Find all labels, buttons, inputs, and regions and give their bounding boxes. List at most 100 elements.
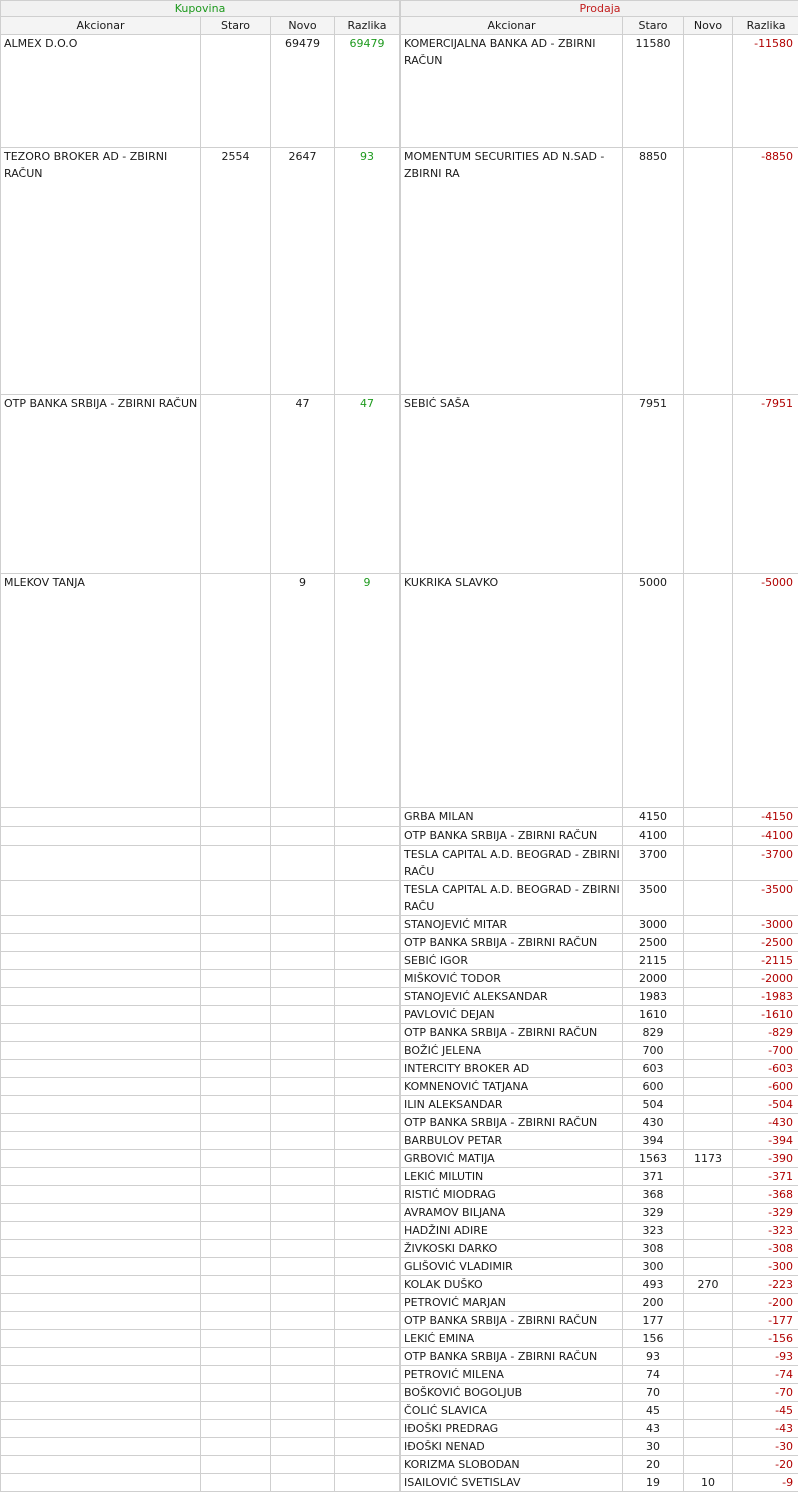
sell-row[interactable]: TESLA CAPITAL A.D. BEOGRAD - ZBIRNI RAČU… <box>400 879 798 916</box>
sell-row[interactable]: OTP BANKA SRBIJA - ZBIRNI RAČUN 430 -430 <box>400 1112 798 1132</box>
sell-shareholder-name: ČOLIĆ SLAVICA <box>400 1400 624 1420</box>
sell-row[interactable]: IĐOŠKI NENAD 30 -30 <box>400 1436 798 1456</box>
sell-row[interactable]: OTP BANKA SRBIJA - ZBIRNI RAČUN 829 -829 <box>400 1022 798 1042</box>
empty-cell <box>333 1364 401 1384</box>
sell-shareholder-name: PETROVIĆ MARJAN <box>400 1292 624 1312</box>
sell-row[interactable]: BARBULOV PETAR 394 -394 <box>400 1130 798 1150</box>
sell-row[interactable]: STANOJEVIĆ ALEKSANDAR 1983 -1983 <box>400 986 798 1006</box>
sell-row[interactable]: TESLA CAPITAL A.D. BEOGRAD - ZBIRNI RAČU… <box>400 844 798 881</box>
sell-row[interactable]: ISAILOVIĆ SVETISLAV 19 10 -9 <box>400 1472 798 1492</box>
empty-cell <box>333 1310 401 1330</box>
sell-difference: -329 <box>732 1202 798 1222</box>
sell-difference: -371 <box>732 1166 798 1186</box>
buy-empty-row <box>0 1094 401 1114</box>
sell-row[interactable]: KUKRIKA SLAVKO 5000 -5000 <box>400 573 798 808</box>
sell-row[interactable]: KOLAK DUŠKO 493 270 -223 <box>400 1274 798 1294</box>
sell-row[interactable]: PETROVIĆ MARJAN 200 -200 <box>400 1292 798 1312</box>
sell-title: Prodaja <box>400 0 798 17</box>
buy-new-value: 69479 <box>270 33 335 149</box>
empty-cell <box>270 1274 335 1294</box>
sell-header-name[interactable]: Akcionar <box>400 16 624 35</box>
sell-row[interactable]: GLIŠOVIĆ VLADIMIR 300 -300 <box>400 1256 798 1276</box>
sell-row[interactable]: KORIZMA SLOBODAN 20 -20 <box>400 1454 798 1474</box>
empty-cell <box>200 1076 271 1096</box>
sell-row[interactable]: MOMENTUM SECURITIES AD N.SAD - ZBIRNI RA… <box>400 147 798 395</box>
empty-cell <box>0 1076 201 1096</box>
sell-row[interactable]: KOMERCIJALNA BANKA AD - ZBIRNI RAČUN 1158… <box>400 33 798 149</box>
empty-cell <box>333 1076 401 1096</box>
sell-row[interactable]: LEKIĆ EMINA 156 -156 <box>400 1328 798 1348</box>
buy-header-name[interactable]: Akcionar <box>0 16 201 35</box>
sell-row[interactable]: ŽIVKOSKI DARKO 308 -308 <box>400 1238 798 1258</box>
empty-cell <box>270 1040 335 1060</box>
sell-old-value: 603 <box>622 1058 685 1078</box>
empty-cell <box>0 806 201 827</box>
sell-new-value <box>683 1292 734 1312</box>
sell-row[interactable]: GRBOVIĆ MATIJA 1563 1173 -390 <box>400 1148 798 1168</box>
sell-row[interactable]: SEBIĆ SAŠA 7951 -7951 <box>400 393 798 575</box>
sell-old-value: 3500 <box>622 879 685 916</box>
sell-old-value: 300 <box>622 1256 685 1276</box>
sell-row[interactable]: AVRAMOV BILJANA 329 -329 <box>400 1202 798 1222</box>
sell-row[interactable]: INTERCITY BROKER AD 603 -603 <box>400 1058 798 1078</box>
sell-new-value <box>683 1238 734 1258</box>
sell-row[interactable]: PAVLOVIĆ DEJAN 1610 -1610 <box>400 1004 798 1024</box>
sell-row[interactable]: GRBA MILAN 4150 -4150 <box>400 806 798 827</box>
buy-header-diff[interactable]: Razlika <box>333 16 401 35</box>
empty-cell <box>0 1436 201 1456</box>
sell-row[interactable]: BOŠKOVIĆ BOGOLJUB 70 -70 <box>400 1382 798 1402</box>
sell-row[interactable]: MIŠKOVIĆ TODOR 2000 -2000 <box>400 968 798 988</box>
empty-cell <box>270 1166 335 1186</box>
empty-cell <box>200 1346 271 1366</box>
sell-row[interactable]: OTP BANKA SRBIJA - ZBIRNI RAČUN 177 -177 <box>400 1310 798 1330</box>
sell-row[interactable]: IĐOŠKI PREDRAG 43 -43 <box>400 1418 798 1438</box>
sell-row[interactable]: OTP BANKA SRBIJA - ZBIRNI RAČUN 4100 -4100 <box>400 825 798 846</box>
empty-cell <box>270 1238 335 1258</box>
sell-row[interactable]: OTP BANKA SRBIJA - ZBIRNI RAČUN 93 -93 <box>400 1346 798 1366</box>
sell-difference: -308 <box>732 1238 798 1258</box>
sell-row[interactable]: ILIN ALEKSANDAR 504 -504 <box>400 1094 798 1114</box>
buy-row[interactable]: ALMEX D.O.O 69479 69479 <box>0 33 401 149</box>
sell-new-value <box>683 1400 734 1420</box>
sell-old-value: 308 <box>622 1238 685 1258</box>
buy-header-new[interactable]: Novo <box>270 16 335 35</box>
empty-cell <box>270 1454 335 1474</box>
buy-empty-row <box>0 1454 401 1474</box>
sell-row[interactable]: KOMNENOVIĆ TATJANA 600 -600 <box>400 1076 798 1096</box>
sell-header-diff[interactable]: Razlika <box>732 16 798 35</box>
sell-row[interactable]: HADŽINI ADIRE 323 -323 <box>400 1220 798 1240</box>
sell-header-old[interactable]: Staro <box>622 16 685 35</box>
empty-cell <box>0 1346 201 1366</box>
buy-row[interactable]: MLEKOV TANJA 9 9 <box>0 573 401 808</box>
buy-empty-row <box>0 825 401 846</box>
empty-cell <box>200 1310 271 1330</box>
empty-cell <box>200 1400 271 1420</box>
sell-row[interactable]: RISTIĆ MIODRAG 368 -368 <box>400 1184 798 1204</box>
sell-shareholder-name: ILIN ALEKSANDAR <box>400 1094 624 1114</box>
buy-header-old[interactable]: Staro <box>200 16 271 35</box>
empty-cell <box>333 1454 401 1474</box>
sell-difference: -2115 <box>732 950 798 970</box>
sell-row[interactable]: STANOJEVIĆ MITAR 3000 -3000 <box>400 914 798 934</box>
sell-old-value: 5000 <box>622 573 685 808</box>
buy-empty-row <box>0 1004 401 1024</box>
empty-cell <box>0 1130 201 1150</box>
sell-row[interactable]: ČOLIĆ SLAVICA 45 -45 <box>400 1400 798 1420</box>
sell-difference: -70 <box>732 1382 798 1402</box>
buy-row[interactable]: OTP BANKA SRBIJA - ZBIRNI RAČUN 47 47 <box>0 393 401 575</box>
sell-difference: -323 <box>732 1220 798 1240</box>
sell-row[interactable]: SEBIĆ IGOR 2115 -2115 <box>400 950 798 970</box>
sell-row[interactable]: LEKIĆ MILUTIN 371 -371 <box>400 1166 798 1186</box>
buy-row[interactable]: TEZORO BROKER AD - ZBIRNI RAČUN 2554 2647 9… <box>0 147 401 395</box>
sell-row[interactable]: BOŽIĆ JELENA 700 -700 <box>400 1040 798 1060</box>
sell-old-value: 45 <box>622 1400 685 1420</box>
sell-difference: -74 <box>732 1364 798 1384</box>
sell-header-new[interactable]: Novo <box>683 16 734 35</box>
sell-new-value: 270 <box>683 1274 734 1294</box>
sell-row[interactable]: OTP BANKA SRBIJA - ZBIRNI RAČUN 2500 -2500 <box>400 932 798 952</box>
empty-cell <box>200 879 271 916</box>
buy-shareholder-name: MLEKOV TANJA <box>0 573 201 808</box>
sell-row[interactable]: PETROVIĆ MILENA 74 -74 <box>400 1364 798 1384</box>
empty-cell <box>270 1328 335 1348</box>
sell-difference: -11580 <box>732 33 798 149</box>
